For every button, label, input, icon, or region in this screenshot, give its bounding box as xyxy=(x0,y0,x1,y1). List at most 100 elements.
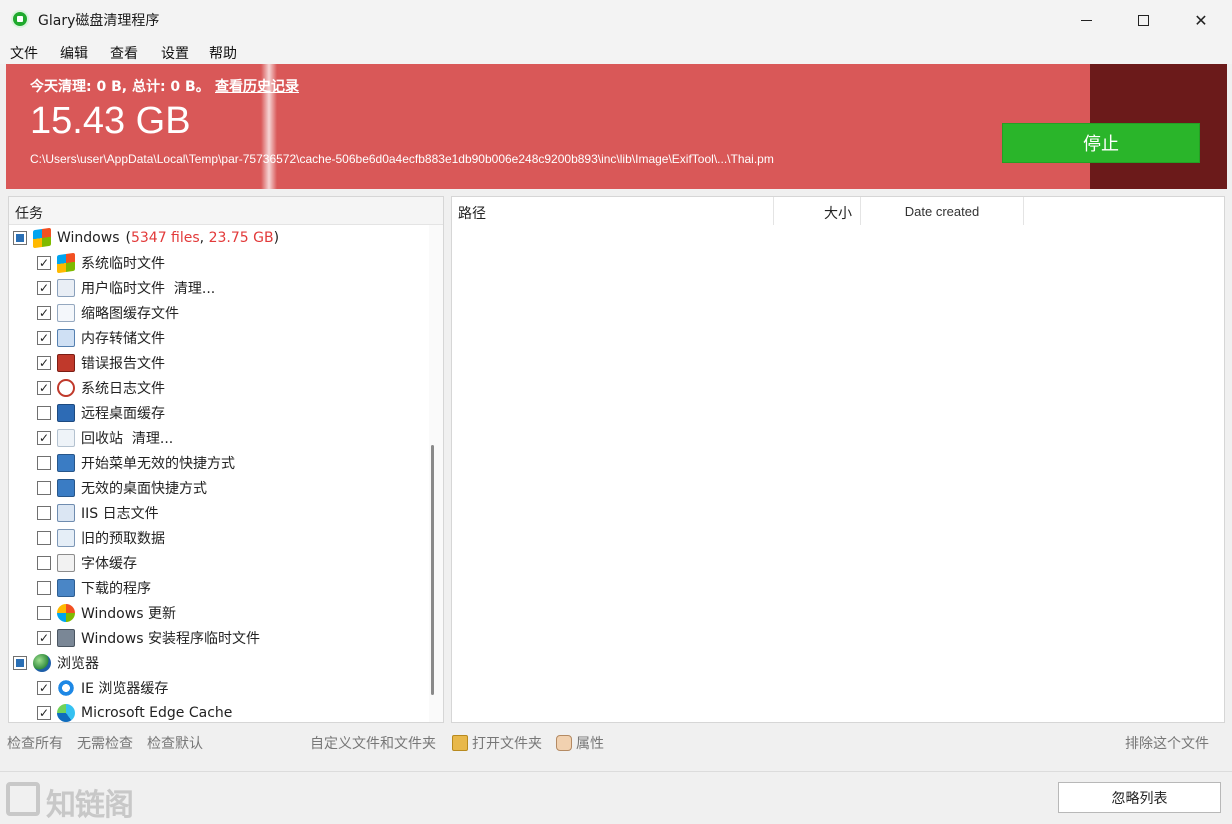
app-icon xyxy=(11,10,29,28)
task-label: 旧的预取数据 xyxy=(81,530,165,547)
task-label: 字体缓存 xyxy=(81,555,137,572)
custom-files-link[interactable]: 自定义文件和文件夹 xyxy=(310,733,436,753)
task-label: Windows 安装程序临时文件 xyxy=(81,630,260,647)
prefetch-icon xyxy=(57,528,75,547)
menu-file[interactable]: 文件 xyxy=(10,43,38,63)
task-checkbox[interactable] xyxy=(37,530,51,545)
view-history-link[interactable]: 查看历史记录 xyxy=(215,76,299,96)
menu-settings[interactable]: 设置 xyxy=(161,43,189,63)
task-header: 任务 xyxy=(9,197,443,225)
task-item[interactable]: 用户临时文件 清理... xyxy=(9,275,429,300)
group-checkbox[interactable] xyxy=(13,655,27,670)
task-label: 开始菜单无效的快捷方式 xyxy=(81,455,235,472)
open-folder-button[interactable]: 打开文件夹 xyxy=(452,733,542,753)
task-checkbox[interactable] xyxy=(37,680,51,695)
group-checkbox[interactable] xyxy=(13,230,27,245)
results-panel: 路径 大小 Date created xyxy=(451,196,1225,723)
task-item[interactable]: 开始菜单无效的快捷方式 xyxy=(9,450,429,475)
column-size[interactable]: 大小 xyxy=(774,197,861,225)
hand-icon xyxy=(556,735,572,751)
window-title: Glary磁盘清理程序 xyxy=(38,13,160,29)
task-item[interactable]: 无效的桌面快捷方式 xyxy=(9,475,429,500)
task-checkbox[interactable] xyxy=(37,705,51,720)
error-report-icon xyxy=(57,353,75,372)
title-bar: Glary磁盘清理程序 ✕ xyxy=(0,0,1232,40)
check-all-link[interactable]: 检查所有 xyxy=(7,733,63,753)
ignore-list-button[interactable]: 忽略列表 xyxy=(1058,782,1221,813)
font-cache-icon xyxy=(57,553,75,572)
task-checkbox[interactable] xyxy=(37,630,51,645)
memory-dump-icon xyxy=(57,328,75,347)
task-label: 系统日志文件 xyxy=(81,380,165,397)
desktop-shortcut-icon xyxy=(57,478,75,497)
group-stat-sep: , xyxy=(199,229,209,246)
task-item[interactable]: Microsoft Edge Cache xyxy=(9,700,429,722)
group-label: Windows xyxy=(57,229,120,246)
task-item[interactable]: 系统临时文件 xyxy=(9,250,429,275)
task-checkbox[interactable] xyxy=(37,255,51,270)
task-item[interactable]: 回收站 清理... xyxy=(9,425,429,450)
task-checkbox[interactable] xyxy=(37,605,51,620)
task-item[interactable]: 远程桌面缓存 xyxy=(9,400,429,425)
menu-edit[interactable]: 编辑 xyxy=(60,43,88,63)
task-item[interactable]: 字体缓存 xyxy=(9,550,429,575)
task-item[interactable]: 系统日志文件 xyxy=(9,375,429,400)
group-size: 23.75 GB xyxy=(208,229,274,246)
task-checkbox[interactable] xyxy=(37,555,51,570)
watermark-text: 知链阁 xyxy=(46,788,134,823)
check-default-link[interactable]: 检查默认 xyxy=(147,733,203,753)
bottom-toolbar: 检查所有 无需检查 检查默认 自定义文件和文件夹 打开文件夹 属性 排除这个文件 xyxy=(0,728,1232,756)
start-menu-shortcut-icon xyxy=(57,453,75,472)
task-checkbox[interactable] xyxy=(37,455,51,470)
task-item[interactable]: Windows 安装程序临时文件 xyxy=(9,625,429,650)
menu-help[interactable]: 帮助 xyxy=(209,43,237,63)
task-tree: Windows ( 5347 files , 23.75 GB ) 系统临时文件… xyxy=(9,225,429,722)
close-icon: ✕ xyxy=(1194,10,1208,30)
task-checkbox[interactable] xyxy=(37,280,51,295)
properties-button[interactable]: 属性 xyxy=(556,733,604,753)
task-label: 用户临时文件 清理... xyxy=(81,280,216,297)
recycle-bin-icon xyxy=(57,428,75,447)
exclude-file-link[interactable]: 排除这个文件 xyxy=(1125,733,1209,753)
task-item[interactable]: IIS 日志文件 xyxy=(9,500,429,525)
task-checkbox[interactable] xyxy=(37,355,51,370)
windows-update-icon xyxy=(57,603,75,622)
stop-button[interactable]: 停止 xyxy=(1002,123,1200,163)
minimize-button[interactable] xyxy=(1057,0,1115,40)
close-button[interactable]: ✕ xyxy=(1172,0,1230,40)
column-date-created[interactable]: Date created xyxy=(861,197,1024,225)
group-label: 浏览器 xyxy=(57,655,99,672)
system-log-icon xyxy=(57,378,75,397)
task-checkbox[interactable] xyxy=(37,380,51,395)
task-item[interactable]: 错误报告文件 xyxy=(9,350,429,375)
scrollbar-thumb[interactable] xyxy=(431,445,434,695)
task-item[interactable]: Windows 更新 xyxy=(9,600,429,625)
task-label: 下载的程序 xyxy=(81,580,151,597)
task-item[interactable]: 下载的程序 xyxy=(9,575,429,600)
task-item[interactable]: 旧的预取数据 xyxy=(9,525,429,550)
menu-bar: 文件 编辑 查看 设置 帮助 xyxy=(0,40,1232,64)
check-none-link[interactable]: 无需检查 xyxy=(77,733,133,753)
watermark-logo-icon xyxy=(6,782,40,816)
task-checkbox[interactable] xyxy=(37,505,51,520)
task-label: IIS 日志文件 xyxy=(81,505,159,522)
task-checkbox[interactable] xyxy=(37,480,51,495)
open-folder-label: 打开文件夹 xyxy=(472,736,542,752)
task-group-windows[interactable]: Windows ( 5347 files , 23.75 GB ) xyxy=(9,225,429,250)
task-checkbox[interactable] xyxy=(37,430,51,445)
task-group-browser[interactable]: 浏览器 xyxy=(9,650,429,675)
task-item[interactable]: 内存转储文件 xyxy=(9,325,429,350)
task-label: Windows 更新 xyxy=(81,605,176,622)
task-item[interactable]: 缩略图缓存文件 xyxy=(9,300,429,325)
menu-view[interactable]: 查看 xyxy=(110,43,138,63)
task-checkbox[interactable] xyxy=(37,405,51,420)
maximize-icon xyxy=(1137,14,1149,26)
column-path[interactable]: 路径 xyxy=(452,197,774,225)
task-checkbox[interactable] xyxy=(37,330,51,345)
found-size: 15.43 GB xyxy=(30,100,191,142)
task-checkbox[interactable] xyxy=(37,580,51,595)
task-item[interactable]: IE 浏览器缓存 xyxy=(9,675,429,700)
scan-status-banner: 今天清理: 0 B, 总计: 0 B。 查看历史记录 15.43 GB C:\U… xyxy=(6,64,1227,189)
maximize-button[interactable] xyxy=(1114,0,1172,40)
task-checkbox[interactable] xyxy=(37,305,51,320)
